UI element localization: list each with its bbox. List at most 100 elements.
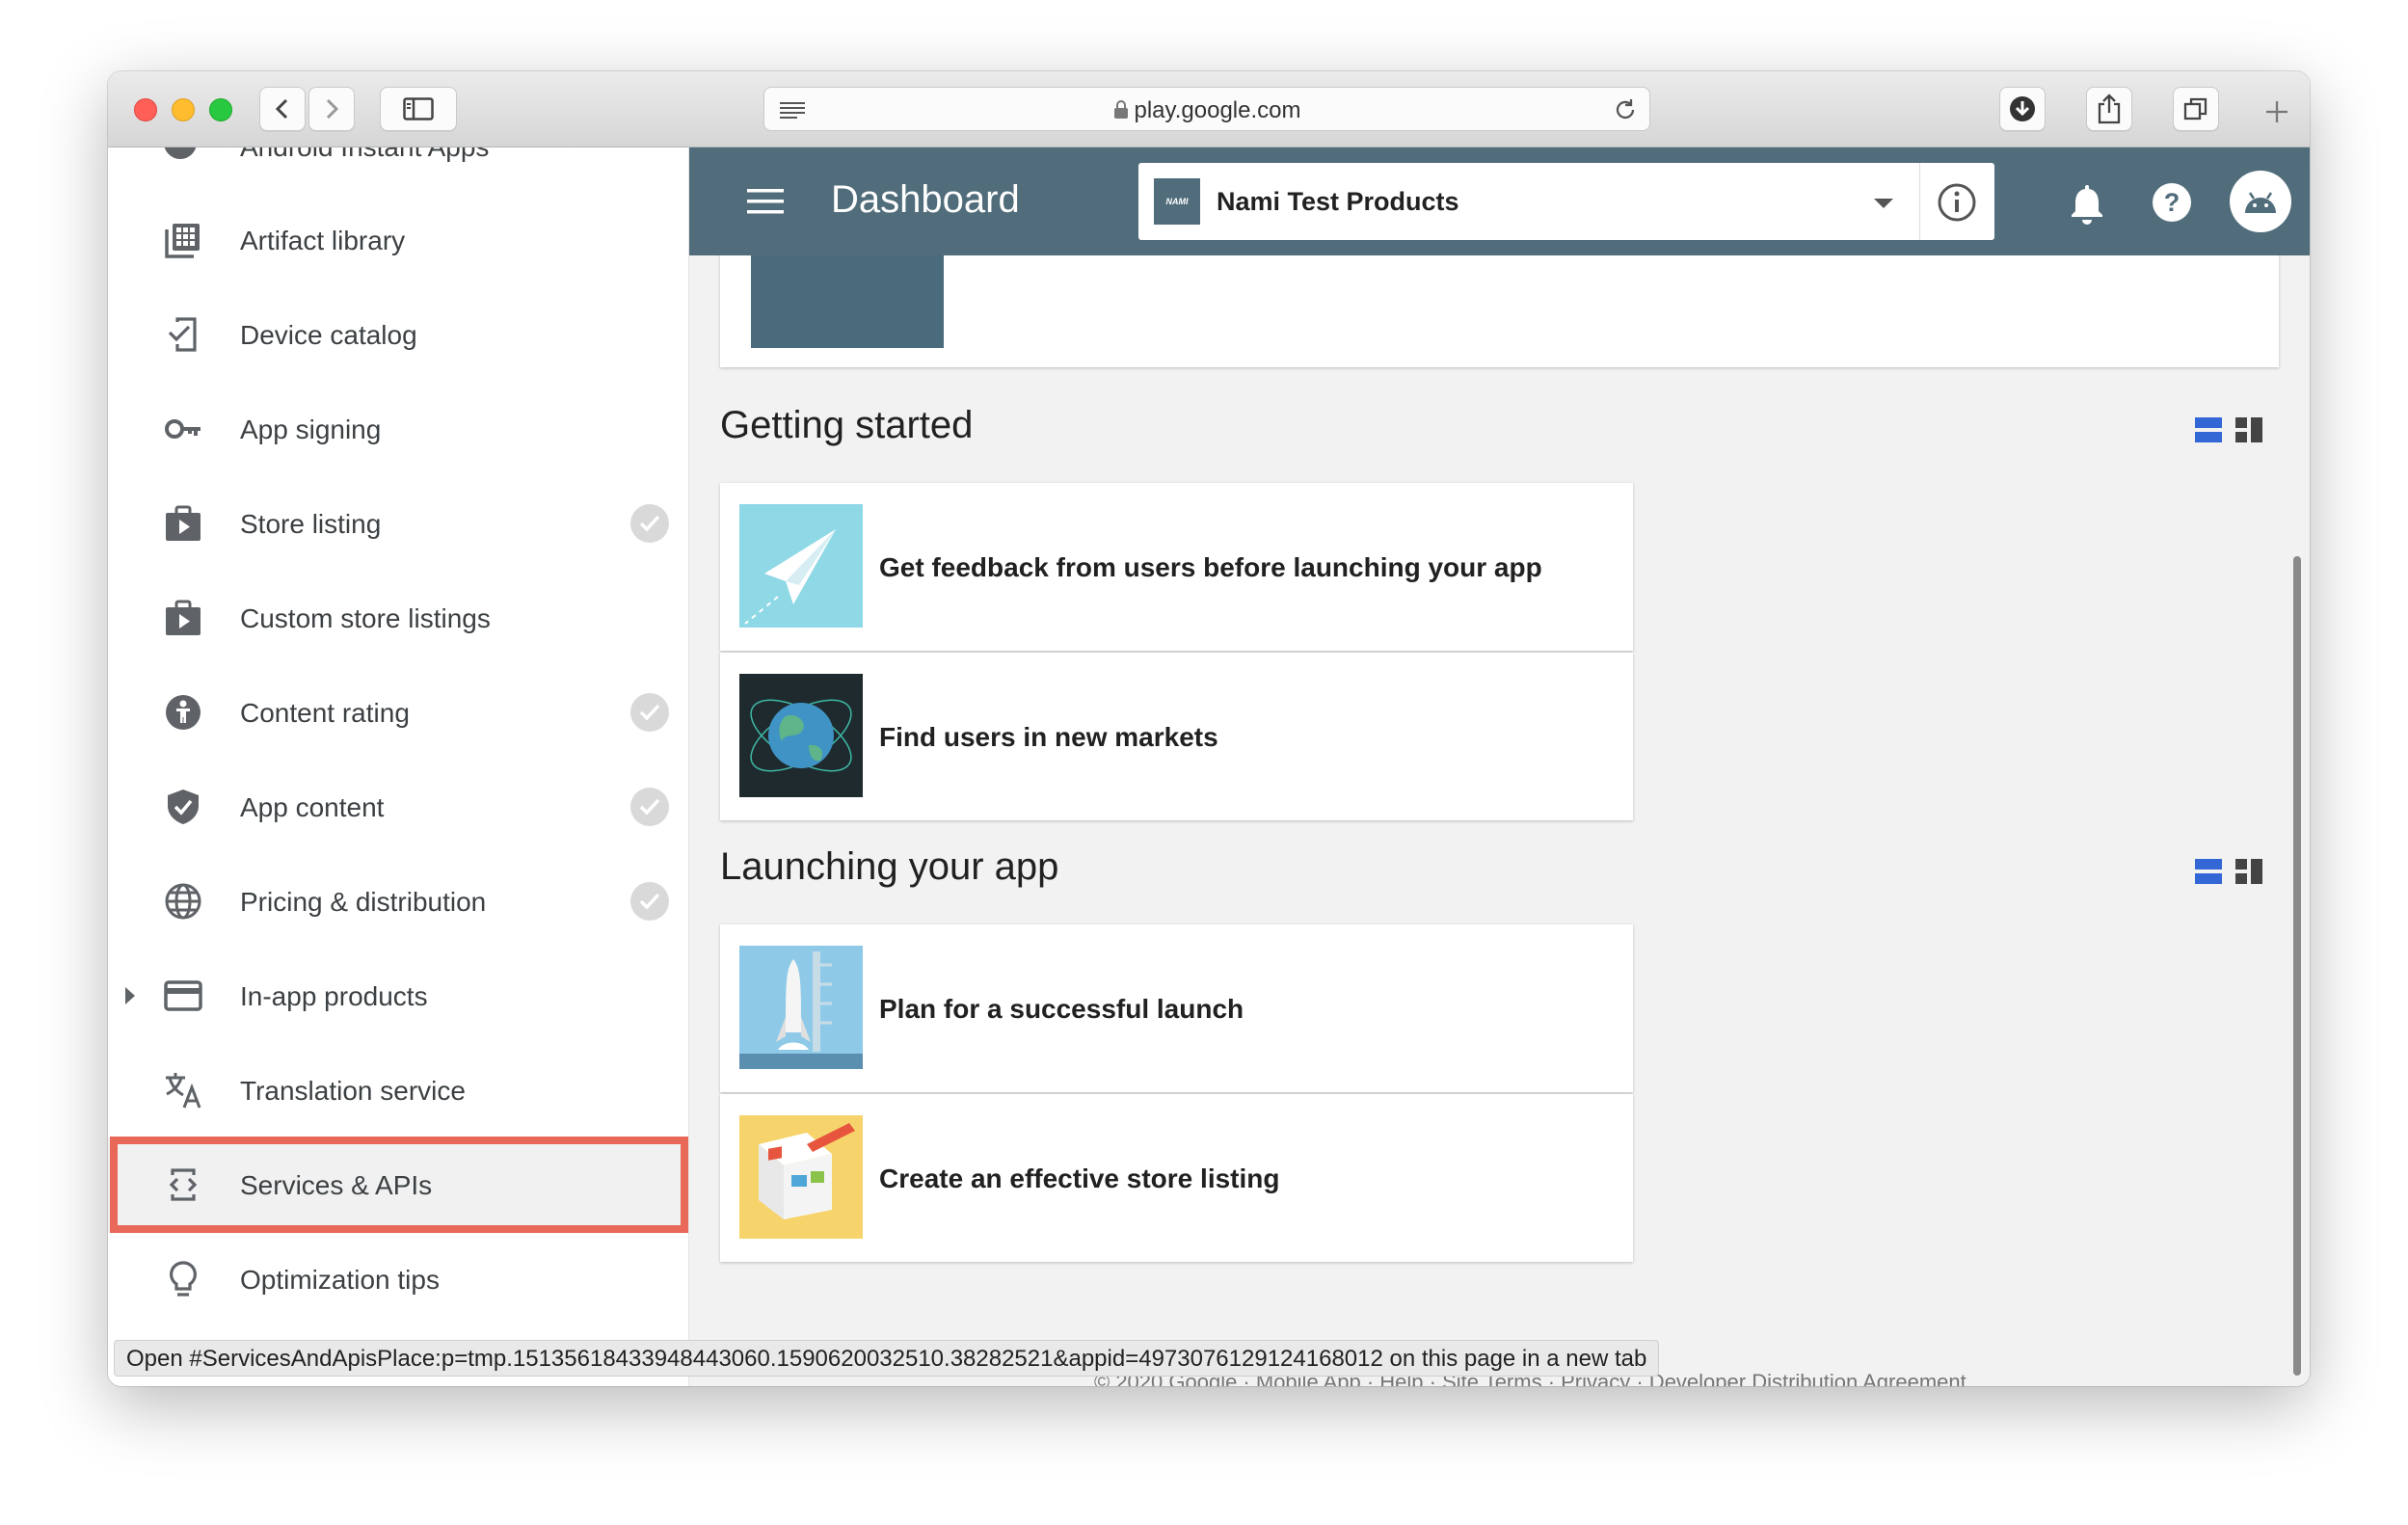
url-text: play.google.com <box>1134 97 1301 123</box>
sidebar-item-label: App signing <box>240 415 382 444</box>
tile-label: Get feedback from users before launching… <box>879 552 1542 582</box>
notifications-bell-icon[interactable] <box>2068 182 2106 225</box>
hamburger-menu-icon[interactable] <box>747 188 784 215</box>
sidebar-item-translation-service[interactable]: Translation service <box>108 1043 688 1137</box>
chevron-right-icon <box>326 98 339 120</box>
app-name: Nami Test Products <box>1217 187 1459 216</box>
sidebar-item-content-rating[interactable]: Content rating <box>108 665 688 760</box>
scrollbar-thumb[interactable] <box>2293 556 2301 1376</box>
grid-view-icon[interactable] <box>2235 859 2262 884</box>
svg-text:?: ? <box>2164 188 2181 217</box>
sidebar-item-app-content[interactable]: App content <box>108 760 688 854</box>
reload-icon[interactable] <box>1613 97 1638 122</box>
download-icon <box>2010 96 2035 121</box>
new-tab-button[interactable] <box>2258 93 2296 131</box>
sidebar-item-label: Content rating <box>240 698 410 728</box>
close-window-button[interactable] <box>134 98 157 121</box>
lock-icon <box>1113 100 1128 119</box>
completed-check-icon <box>630 882 669 921</box>
sidebar-item-device-catalog[interactable]: Device catalog <box>108 287 688 382</box>
sidebar-item-label: Artifact library <box>240 226 406 255</box>
app-banner: NAMI <box>751 255 944 348</box>
sidebar-item-label: App content <box>240 792 385 822</box>
sidebar-item-label: Translation service <box>240 1076 466 1106</box>
shield-check-icon <box>168 789 199 824</box>
chevron-left-icon <box>275 98 288 120</box>
share-button[interactable] <box>2086 87 2132 131</box>
content-rating-icon <box>166 695 201 730</box>
page-title: Dashboard <box>831 178 1020 221</box>
zoom-window-button[interactable] <box>209 98 232 121</box>
sidebar-item-label: In-app products <box>240 981 428 1011</box>
tile-get-feedback[interactable]: Get feedback from users before launching… <box>720 483 1633 651</box>
app-logo: NAMI <box>1154 178 1200 225</box>
help-icon[interactable]: ? <box>2151 181 2193 224</box>
completed-check-icon <box>630 504 669 543</box>
back-button[interactable] <box>259 87 306 131</box>
sidebar-item-pricing-distribution[interactable]: Pricing & distribution <box>108 854 688 949</box>
device-check-icon <box>168 317 197 352</box>
key-icon <box>165 419 201 439</box>
sidebar-item-label: Device catalog <box>240 320 417 350</box>
sidebar-toggle-button[interactable] <box>380 87 457 131</box>
tile-plan-launch[interactable]: Plan for a successful launch <box>720 924 1633 1092</box>
tile-label: Plan for a successful launch <box>879 994 1244 1024</box>
globe-orbit-icon <box>739 674 863 797</box>
section-title: Getting started <box>720 404 974 446</box>
paper-plane-icon <box>739 504 863 628</box>
store-listing-illustration-icon <box>739 1115 863 1239</box>
info-icon[interactable] <box>1937 182 1977 223</box>
list-view-icon[interactable] <box>2195 859 2222 884</box>
dashboard-content: NAMI Getting started Get feedback from u… <box>689 255 2310 1386</box>
sidebar-item-custom-store-listings[interactable]: Custom store listings <box>108 571 688 665</box>
translate-icon <box>166 1073 201 1109</box>
sidebar-icon <box>403 97 434 120</box>
tile-label: Create an effective store listing <box>879 1164 1280 1193</box>
sidebar-item-app-signing[interactable]: App signing <box>108 382 688 476</box>
tabs-icon <box>2183 97 2207 120</box>
section-title: Launching your app <box>720 845 1059 888</box>
sidebar-item-partial-label: Android Instant Apps <box>240 147 489 163</box>
instant-apps-icon <box>164 147 197 159</box>
grid-view-icon[interactable] <box>2235 417 2262 442</box>
address-bar[interactable]: play.google.com <box>763 87 1650 131</box>
credit-card-icon <box>164 980 202 1011</box>
tile-find-users[interactable]: Find users in new markets <box>720 653 1633 820</box>
app-header: Dashboard NAMI Nami Test Products ? <box>689 147 2310 255</box>
sidebar-item-label: Optimization tips <box>240 1265 440 1295</box>
forward-button[interactable] <box>308 87 355 131</box>
sidebar-item-label: Pricing & distribution <box>240 887 487 917</box>
plus-icon <box>2266 101 2288 122</box>
tab-overview-button[interactable] <box>2173 87 2219 131</box>
completed-check-icon <box>630 693 669 732</box>
store-bag-icon <box>166 600 201 635</box>
browser-toolbar: play.google.com <box>108 71 2310 147</box>
globe-icon <box>165 883 201 920</box>
downloads-button[interactable] <box>1999 87 2046 131</box>
sidebar-item-label: Custom store listings <box>240 603 491 633</box>
browser-window: play.google.com Android Instant Apps Art… <box>108 71 2310 1386</box>
android-icon <box>2245 192 2276 213</box>
library-icon <box>165 224 200 258</box>
sidebar-item-store-listing[interactable]: Store listing <box>108 476 688 571</box>
divider <box>1919 163 1920 240</box>
dropdown-arrow-icon[interactable] <box>1873 198 1894 209</box>
sidebar-item-optimization-tips[interactable]: Optimization tips <box>108 1232 688 1326</box>
store-bag-icon <box>166 505 201 541</box>
completed-check-icon <box>630 788 669 826</box>
sidebar-item-in-app-products[interactable]: In-app products <box>108 949 688 1043</box>
list-view-icon[interactable] <box>2195 417 2222 442</box>
tile-store-listing[interactable]: Create an effective store listing <box>720 1094 1633 1262</box>
highlight-box <box>110 1137 688 1233</box>
share-icon <box>2098 94 2121 124</box>
app-selector-dropdown[interactable]: NAMI Nami Test Products <box>1138 163 1994 240</box>
expand-arrow-icon[interactable] <box>123 985 137 1006</box>
avatar[interactable] <box>2230 171 2291 232</box>
link-status-bar: Open #ServicesAndApisPlace:p=tmp.1513561… <box>114 1340 1660 1377</box>
tile-label: Find users in new markets <box>879 722 1218 752</box>
sidebar-item-label: Store listing <box>240 509 382 539</box>
lightbulb-icon <box>170 1261 197 1297</box>
minimize-window-button[interactable] <box>172 98 195 121</box>
sidebar-item-artifact-library[interactable]: Artifact library <box>108 193 688 287</box>
app-info-card: NAMI <box>720 255 2279 367</box>
